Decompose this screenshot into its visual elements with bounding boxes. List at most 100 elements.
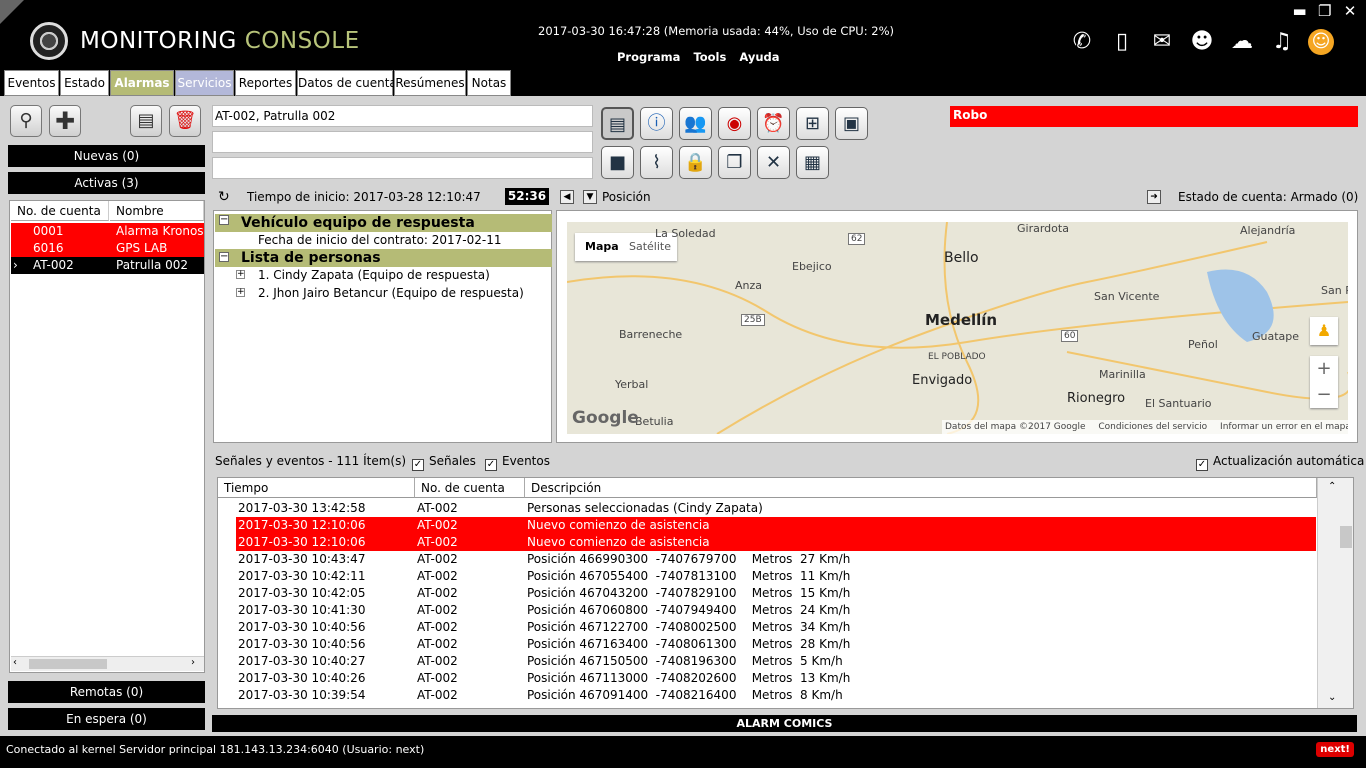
tree-group-persons[interactable]: Lista de personas: [215, 249, 552, 267]
map-terms-link[interactable]: Condiciones del servicio: [1098, 422, 1207, 432]
film-button[interactable]: ▦: [796, 146, 829, 179]
account-row[interactable]: 0001 Alarma Kronos: [11, 223, 204, 240]
col-time[interactable]: Tiempo: [218, 478, 415, 498]
camera-button[interactable]: ■: [601, 146, 634, 179]
clipboard-button[interactable]: ▤: [130, 105, 162, 137]
events-checkbox[interactable]: ✓ Eventos: [485, 454, 550, 471]
event-row[interactable]: 2017-03-30 10:40:56 AT-002 Posición 467163…: [236, 636, 1316, 653]
structure-button[interactable]: ⊞: [796, 107, 829, 140]
menu-tools[interactable]: Tools: [693, 50, 726, 64]
sms-icon[interactable]: ▯: [1108, 28, 1136, 56]
arrow-right-icon[interactable]: ➜: [1147, 190, 1161, 204]
search-button[interactable]: ⚲: [10, 105, 42, 137]
event-row[interactable]: 2017-03-30 10:43:47 AT-002 Posición 466990…: [236, 551, 1316, 568]
zoom-out-icon[interactable]: −: [1310, 382, 1338, 408]
scroll-left-icon[interactable]: ‹: [13, 657, 17, 668]
scroll-down-icon[interactable]: ⌄: [1328, 692, 1336, 703]
map-label: Ebejico: [792, 260, 832, 273]
delete-button[interactable]: 🗑: [169, 105, 201, 137]
tab-eventos[interactable]: Eventos: [4, 70, 59, 96]
expand-icon[interactable]: +: [236, 288, 245, 297]
map-label: El Santuario: [1145, 397, 1212, 410]
tree-group-vehicle[interactable]: Vehículo equipo de respuesta: [215, 214, 552, 232]
tab-resumenes[interactable]: Resúmenes: [394, 70, 466, 96]
vertical-scrollbar[interactable]: ⌃ ⌄: [1317, 478, 1353, 708]
add-button[interactable]: ✚: [49, 105, 81, 137]
detail-field-3[interactable]: [212, 157, 593, 179]
tab-servicios[interactable]: Servicios: [175, 70, 234, 96]
map-view[interactable]: Mapa Satélite La Soledad Girardota Aleja…: [567, 222, 1348, 434]
persons-button[interactable]: 👥: [679, 107, 712, 140]
account-row[interactable]: 6016 GPS LAB: [11, 240, 204, 257]
speaker-icon[interactable]: ♫: [1268, 28, 1296, 56]
smiley-icon[interactable]: ☺: [1308, 29, 1334, 55]
email-icon[interactable]: ✉: [1148, 28, 1176, 56]
event-row[interactable]: 2017-03-30 10:40:56 AT-002 Posición 467122…: [236, 619, 1316, 636]
event-row[interactable]: 2017-03-30 10:40:26 AT-002 Posición 467113…: [236, 670, 1316, 687]
expand-icon[interactable]: +: [236, 270, 245, 279]
info-button[interactable]: ⓘ: [640, 107, 673, 140]
tab-estado[interactable]: Estado: [60, 70, 109, 96]
scroll-thumb[interactable]: [1340, 526, 1352, 548]
tab-notas[interactable]: Notas: [467, 70, 511, 96]
person-item[interactable]: 2. Jhon Jairo Betancur (Equipo de respue…: [258, 286, 524, 300]
phone-icon[interactable]: ✆: [1068, 28, 1096, 56]
siren-button[interactable]: ◉: [718, 107, 751, 140]
col-description[interactable]: Descripción: [525, 478, 1317, 498]
event-row[interactable]: 2017-03-30 10:40:27 AT-002 Posición 467150…: [236, 653, 1316, 670]
event-row-alarm[interactable]: 2017-03-30 12:10:06 AT-002 Nuevo comienzo …: [236, 534, 1316, 551]
satellite-tab[interactable]: Satélite: [629, 240, 671, 253]
event-row[interactable]: 2017-03-30 10:39:54 AT-002 Posición 467091…: [236, 687, 1316, 704]
nuevas-header[interactable]: Nuevas (0): [8, 145, 205, 167]
account-field[interactable]: AT-002, Patrulla 002: [212, 105, 593, 127]
event-row[interactable]: 2017-03-30 10:42:11 AT-002 Posición 467055…: [236, 568, 1316, 585]
refresh-icon[interactable]: ↻: [218, 189, 230, 205]
copy-button[interactable]: ❐: [718, 146, 751, 179]
scroll-up-icon[interactable]: ⌃: [1328, 481, 1336, 492]
menu-programa[interactable]: Programa: [617, 50, 680, 64]
collapse-icon[interactable]: −: [219, 252, 229, 262]
remotas-header[interactable]: Remotas (0): [8, 681, 205, 703]
en-espera-header[interactable]: En espera (0): [8, 708, 205, 730]
col-name[interactable]: Nombre: [110, 201, 204, 221]
col-account[interactable]: No. de cuenta: [415, 478, 525, 498]
close-button[interactable]: ✕: [1340, 2, 1360, 20]
menu-ayuda[interactable]: Ayuda: [739, 50, 779, 64]
horizontal-scrollbar[interactable]: ‹ ›: [11, 656, 204, 671]
detail-field-2[interactable]: [212, 131, 593, 153]
clock-button[interactable]: ⏰: [757, 107, 790, 140]
chart-button[interactable]: ⌇: [640, 146, 673, 179]
activas-header[interactable]: Activas (3): [8, 172, 205, 194]
app-logo-icon: [30, 22, 68, 60]
event-row[interactable]: 2017-03-30 10:42:05 AT-002 Posición 467043…: [236, 585, 1316, 602]
signals-checkbox[interactable]: ✓ Señales: [412, 454, 476, 471]
event-row-alarm[interactable]: 2017-03-30 12:10:06 AT-002 Nuevo comienzo …: [236, 517, 1316, 534]
chat-icon[interactable]: ☁: [1228, 28, 1256, 56]
minimize-button[interactable]: ▬: [1290, 2, 1310, 20]
owl-icon[interactable]: ☻: [1188, 28, 1216, 56]
tab-datos-de-cuenta[interactable]: Datos de cuenta: [297, 70, 397, 96]
event-row[interactable]: 2017-03-30 13:42:58 AT-002 Personas selecc…: [236, 500, 1316, 517]
tab-alarmas[interactable]: Alarmas: [110, 70, 174, 96]
auto-update-checkbox[interactable]: ✓ Actualización automática: [1196, 454, 1364, 471]
tab-reportes[interactable]: Reportes: [235, 70, 296, 96]
col-account[interactable]: No. de cuenta: [11, 201, 109, 221]
arrow-down-icon[interactable]: ▼: [583, 190, 597, 204]
arrow-left-icon[interactable]: ◀: [560, 190, 574, 204]
maximize-button[interactable]: ❐: [1315, 2, 1335, 20]
scroll-thumb[interactable]: [29, 659, 107, 669]
windows-button[interactable]: ▣: [835, 107, 868, 140]
notes-button[interactable]: ▤: [601, 107, 634, 140]
collapse-icon[interactable]: −: [219, 215, 229, 225]
person-item[interactable]: 1. Cindy Zapata (Equipo de respuesta): [258, 268, 490, 282]
event-row[interactable]: 2017-03-30 10:41:30 AT-002 Posición 467060…: [236, 602, 1316, 619]
scroll-right-icon[interactable]: ›: [191, 657, 195, 668]
account-row-selected[interactable]: › AT-002 Patrulla 002: [11, 257, 204, 274]
pegman-icon[interactable]: ♟: [1310, 317, 1338, 345]
zoom-in-icon[interactable]: +: [1310, 356, 1338, 382]
map-report-link[interactable]: Informar un error en el mapa: [1220, 422, 1348, 432]
checkbox-checked-icon: ✓: [412, 459, 424, 471]
map-tab[interactable]: Mapa: [585, 240, 619, 253]
lock-button[interactable]: 🔒: [679, 146, 712, 179]
tools-button[interactable]: ✕: [757, 146, 790, 179]
